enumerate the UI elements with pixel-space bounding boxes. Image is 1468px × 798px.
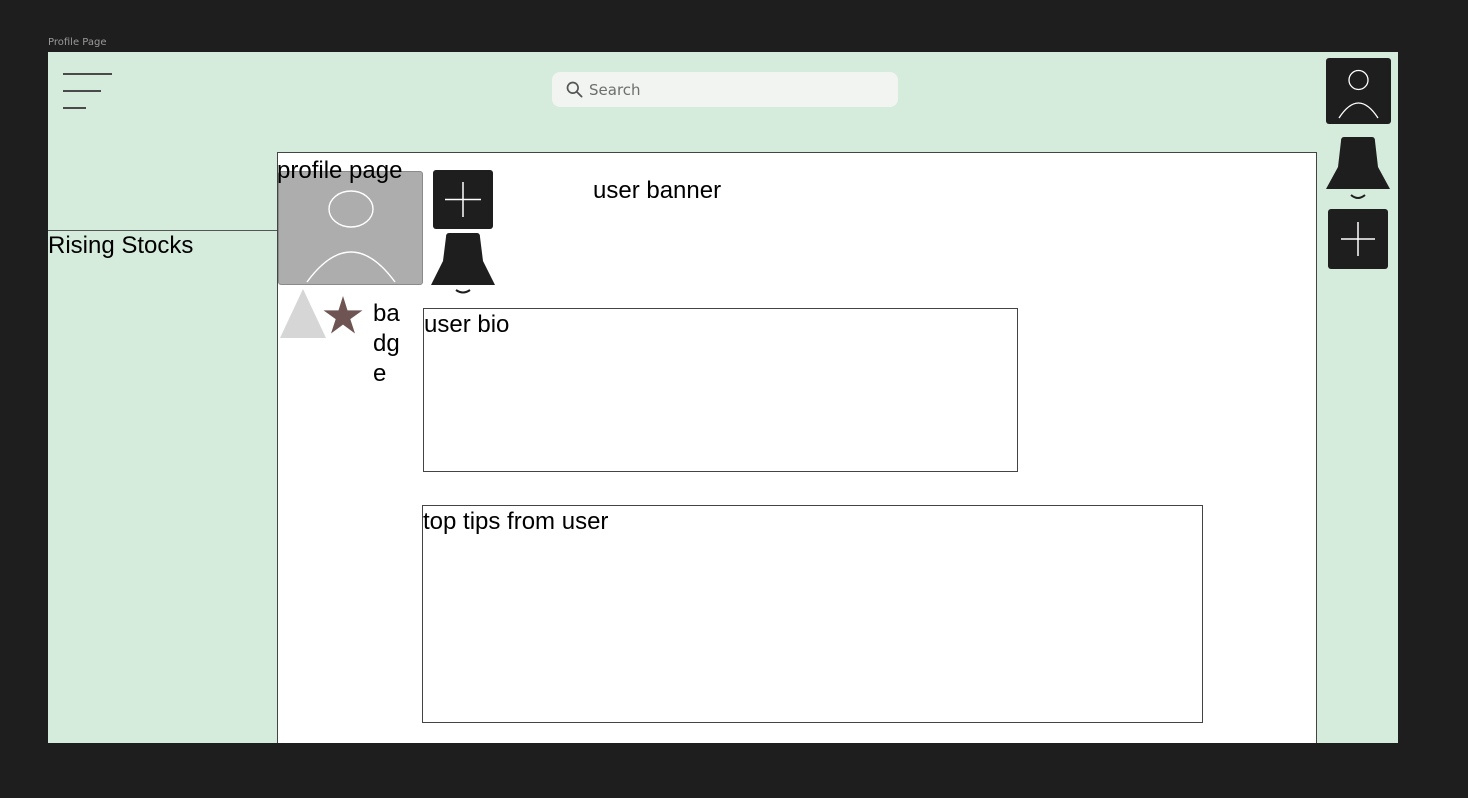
user-banner: user banner	[593, 177, 722, 204]
hamburger-menu-icon[interactable]	[63, 72, 113, 110]
add-button[interactable]	[1328, 209, 1388, 269]
user-icon	[1338, 69, 1379, 119]
plus-icon	[445, 182, 481, 217]
badge-icons	[280, 286, 366, 340]
follow-add-button[interactable]	[433, 170, 493, 229]
badge-label: badge	[373, 300, 400, 387]
profile-avatar[interactable]	[278, 171, 423, 285]
sidebar-divider	[48, 230, 279, 231]
user-bio-box: user bio	[423, 308, 1018, 472]
user-icon	[306, 190, 396, 283]
frame-label: Profile Page	[48, 37, 107, 48]
top-tips-box: top tips from user	[422, 505, 1203, 723]
subscribe-notifications-button[interactable]	[429, 231, 497, 299]
triangle-icon	[280, 289, 326, 338]
profile-panel: profile page user banner badge user bio	[277, 152, 1317, 743]
plus-icon	[1341, 222, 1375, 256]
star-icon	[323, 296, 363, 334]
sidebar-title: Rising Stocks	[48, 232, 194, 259]
bell-icon	[431, 233, 495, 294]
page-title: profile page	[277, 157, 403, 184]
search-input[interactable]	[589, 80, 879, 99]
bell-icon	[1326, 137, 1390, 199]
search-icon	[566, 81, 583, 98]
profile-page-frame: Rising Stocks profile page user banner	[48, 52, 1398, 743]
profile-avatar-button[interactable]	[1326, 58, 1391, 124]
user-bio-label: user bio	[424, 311, 510, 338]
search-bar[interactable]	[552, 72, 898, 107]
notifications-button[interactable]	[1324, 135, 1392, 205]
top-tips-label: top tips from user	[423, 508, 609, 535]
